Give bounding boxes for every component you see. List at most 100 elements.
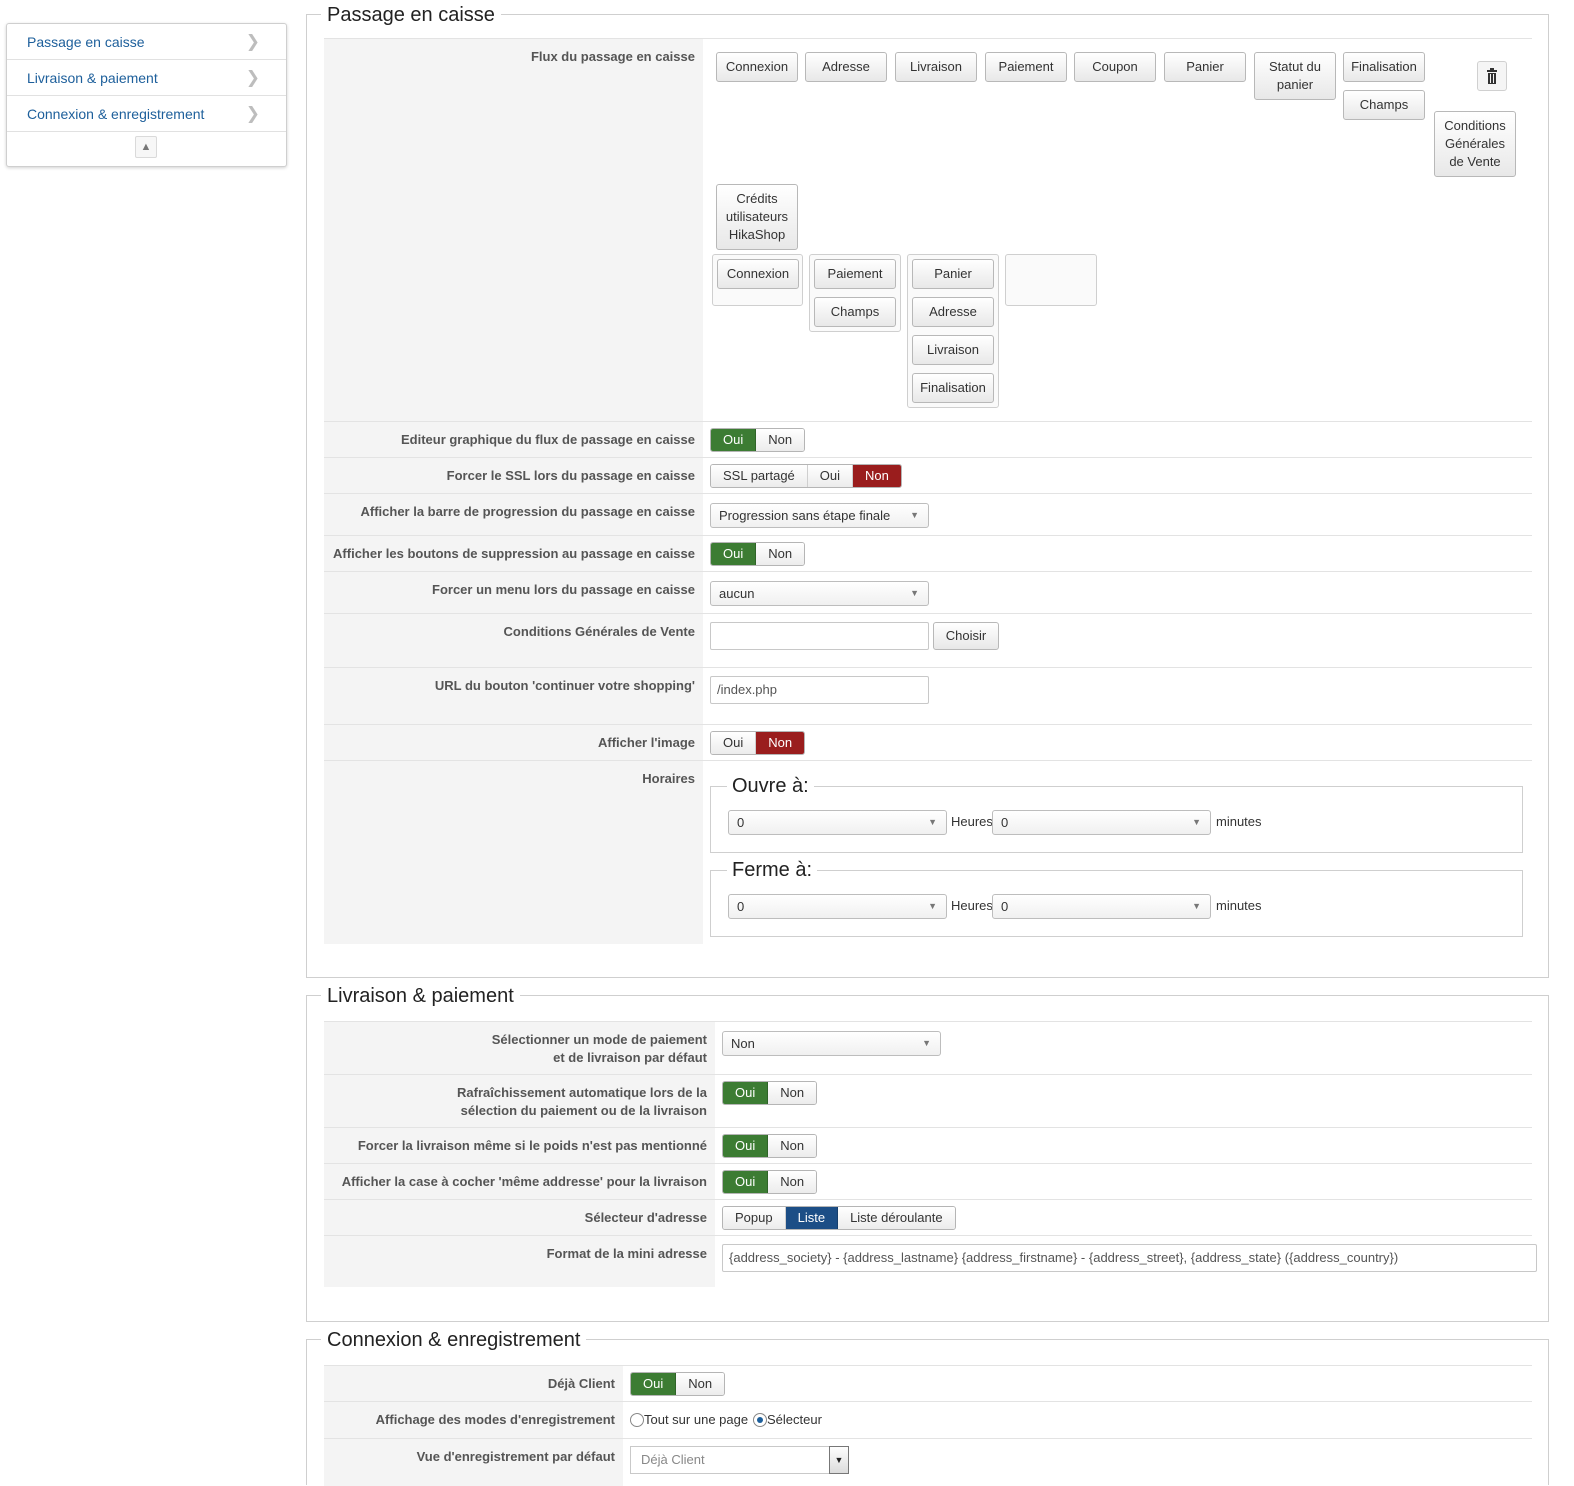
show-image-yes[interactable]: Oui [711, 732, 757, 754]
default-mode-label: Sélectionner un mode de paiement et de l… [324, 1022, 715, 1074]
closing-minutes-value: 0 [1001, 899, 1009, 914]
graphic-editor-yes[interactable]: Oui [711, 429, 757, 451]
show-image-toggle[interactable]: Oui Non [710, 731, 806, 755]
step-button-finalisation[interactable]: Finalisation [912, 373, 994, 403]
graphic-editor-no[interactable]: Non [756, 429, 805, 451]
flow-button-coupon[interactable]: Coupon [1074, 52, 1156, 82]
default-mode-select[interactable]: Non ▼ [722, 1031, 941, 1056]
closing-legend: Ferme à: [727, 857, 818, 883]
graphic-editor-toggle[interactable]: Oui Non [710, 428, 806, 452]
opening-hours-select[interactable]: 0 ▼ [728, 810, 947, 835]
delete-buttons-toggle[interactable]: Oui Non [710, 542, 806, 566]
force-shipping-toggle[interactable]: Oui Non [722, 1134, 818, 1158]
registration-mode-option-1-label: Tout sur une page [644, 1412, 749, 1427]
address-selector-toggle[interactable]: Popup Liste Liste déroulante [722, 1206, 956, 1230]
progress-bar-select[interactable]: Progression sans étape finale ▼ [710, 503, 929, 528]
sidebar-item-label: Livraison & paiement [27, 70, 158, 86]
already-client-no[interactable]: Non [676, 1373, 725, 1395]
caret-down-icon: ▼ [922, 1038, 931, 1048]
checkout-flow-row: Flux du passage en caisse Connexion Adre… [324, 38, 1532, 421]
caret-down-icon[interactable]: ▼ [829, 1446, 849, 1474]
delete-buttons-no[interactable]: Non [756, 543, 805, 565]
radio-unchecked-icon[interactable] [630, 1413, 644, 1427]
sidebar-item-label: Passage en caisse [27, 34, 145, 50]
collapse-menu-icon[interactable]: ▲ [135, 136, 157, 158]
sidebar-item-login-registration[interactable]: Connexion & enregistrement ❯ [7, 96, 286, 132]
same-address-yes[interactable]: Oui [723, 1171, 769, 1193]
flow-button-cart-status[interactable]: Statut du panier [1254, 52, 1336, 100]
flow-button-adresse[interactable]: Adresse [805, 52, 887, 82]
shipping-legend: Livraison & paiement [321, 984, 520, 1008]
flow-step-zone-new[interactable] [1005, 254, 1097, 306]
flow-button-finalisation[interactable]: Finalisation [1343, 52, 1425, 82]
closing-minutes-select[interactable]: 0 ▼ [992, 894, 1211, 919]
force-ssl-shared[interactable]: SSL partagé [711, 465, 808, 487]
opening-minutes-select[interactable]: 0 ▼ [992, 810, 1211, 835]
flow-button-terms[interactable]: Conditions Générales de Vente [1434, 111, 1516, 177]
radio-checked-icon[interactable] [753, 1413, 767, 1427]
already-client-yes[interactable]: Oui [631, 1373, 677, 1395]
flow-button-champs[interactable]: Champs [1343, 90, 1425, 120]
force-ssl-toggle[interactable]: SSL partagé Oui Non [710, 464, 902, 488]
trash-icon[interactable] [1477, 61, 1507, 91]
force-shipping-row: Forcer la livraison même si le poids n'e… [324, 1127, 1532, 1163]
force-ssl-no[interactable]: Non [853, 465, 901, 487]
sidebar-item-checkout[interactable]: Passage en caisse ❯ [7, 24, 286, 60]
already-client-toggle[interactable]: Oui Non [630, 1372, 726, 1396]
mini-address-row: Format de la mini adresse {address_socie… [324, 1235, 1537, 1287]
delete-buttons-label: Afficher les boutons de suppression au p… [324, 536, 703, 571]
closing-hours-select[interactable]: 0 ▼ [728, 894, 947, 919]
step-button-adresse[interactable]: Adresse [912, 297, 994, 327]
default-mode-label-line1: Sélectionner un mode de paiement [491, 1032, 707, 1047]
terms-label: Conditions Générales de Vente [324, 614, 703, 667]
caret-down-icon: ▼ [1192, 817, 1201, 827]
auto-refresh-yes[interactable]: Oui [723, 1082, 769, 1104]
sidebar-item-shipping-payment[interactable]: Livraison & paiement ❯ [7, 60, 286, 96]
same-address-toggle[interactable]: Oui Non [722, 1170, 818, 1194]
auto-refresh-toggle[interactable]: Oui Non [722, 1081, 818, 1105]
login-legend: Connexion & enregistrement [321, 1328, 587, 1352]
address-selector-popup[interactable]: Popup [723, 1207, 786, 1229]
force-ssl-row: Forcer le SSL lors du passage en caisse … [324, 457, 1532, 493]
force-ssl-label: Forcer le SSL lors du passage en caisse [324, 458, 703, 493]
address-selector-dropdown[interactable]: Liste déroulante [838, 1207, 955, 1229]
step-button-paiement[interactable]: Paiement [814, 259, 896, 289]
hours-row: Horaires Ouvre à: 0 ▼ Heures 0 ▼ minutes… [324, 760, 1532, 944]
sidebar-menu: Passage en caisse ❯ Livraison & paiement… [6, 23, 287, 167]
show-image-no[interactable]: Non [756, 732, 805, 754]
registration-mode-option-1[interactable]: Tout sur une page [630, 1411, 748, 1429]
terms-input[interactable] [710, 622, 929, 650]
registration-modes-row: Affichage des modes d'enregistrement Tou… [324, 1401, 1532, 1438]
auto-refresh-label-line2: sélection du paiement ou de la livraison [460, 1103, 707, 1118]
auto-refresh-no[interactable]: Non [768, 1082, 817, 1104]
force-shipping-yes[interactable]: Oui [723, 1135, 769, 1157]
continue-url-input[interactable]: /index.php [710, 676, 929, 704]
flow-step-zone-2[interactable]: Paiement Champs [809, 254, 901, 332]
registration-mode-option-2[interactable]: Sélecteur [753, 1411, 822, 1429]
force-shipping-no[interactable]: Non [768, 1135, 817, 1157]
address-selector-list[interactable]: Liste [785, 1207, 839, 1229]
flow-button-credits[interactable]: Crédits utilisateurs HikaShop [716, 184, 798, 250]
flow-step-zone-3[interactable]: Panier Adresse Livraison Finalisation [907, 254, 999, 408]
flow-button-panier[interactable]: Panier [1164, 52, 1246, 82]
flow-step-zone-1[interactable]: Connexion [712, 254, 803, 306]
terms-choose-button[interactable]: Choisir [933, 622, 999, 650]
step-button-livraison[interactable]: Livraison [912, 335, 994, 365]
delete-buttons-yes[interactable]: Oui [711, 543, 757, 565]
shipping-fieldset: Livraison & paiement Sélectionner un mod… [306, 984, 1549, 1322]
force-menu-select[interactable]: aucun ▼ [710, 581, 929, 606]
step-button-champs[interactable]: Champs [814, 297, 896, 327]
same-address-no[interactable]: Non [768, 1171, 817, 1193]
continue-url-label: URL du bouton 'continuer votre shopping' [324, 668, 703, 724]
step-button-connexion[interactable]: Connexion [717, 259, 799, 289]
force-ssl-yes[interactable]: Oui [807, 465, 854, 487]
mini-address-input[interactable]: {address_society} - {address_lastname} {… [722, 1244, 1537, 1272]
graphic-editor-row: Editeur graphique du flux de passage en … [324, 421, 1532, 457]
checkout-legend: Passage en caisse [321, 3, 501, 27]
auto-refresh-row: Rafraîchissement automatique lors de la … [324, 1074, 1532, 1127]
default-view-select[interactable]: Déjà Client ▼ [630, 1446, 849, 1474]
flow-button-connexion[interactable]: Connexion [716, 52, 798, 82]
step-button-panier[interactable]: Panier [912, 259, 994, 289]
flow-button-paiement[interactable]: Paiement [985, 52, 1067, 82]
flow-button-livraison[interactable]: Livraison [895, 52, 977, 82]
